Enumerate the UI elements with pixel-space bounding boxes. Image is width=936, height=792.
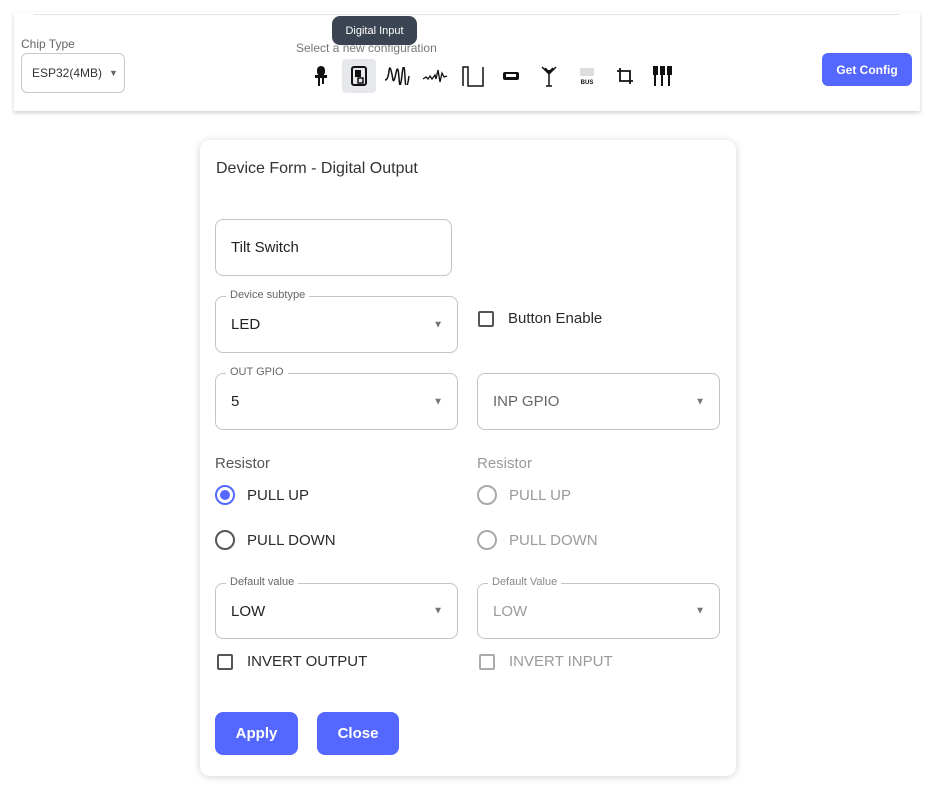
device-subtype-value: LED [231,316,261,333]
right-pull-up-radio[interactable]: PULL UP [477,485,571,505]
input-default-value-select[interactable]: Default Value LOW ▼ [477,576,720,639]
antenna-icon[interactable] [532,59,566,93]
right-resistor-label: Resistor [477,455,533,472]
chevron-down-icon: ▼ [433,319,443,330]
invert-output-label: INVERT OUTPUT [247,653,368,670]
analog-signal-icon[interactable] [380,59,414,93]
inp-gpio-select[interactable]: INP GPIO ▼ [477,373,720,430]
left-pull-down-label: PULL DOWN [247,531,336,549]
input-default-value-label: Default Value [488,576,562,588]
button-enable-label: Button Enable [508,310,603,327]
chevron-down-icon: ▼ [695,396,705,407]
device-subtype-select[interactable]: Device subtype LED ▼ [215,289,458,353]
get-config-button[interactable]: Get Config [822,53,912,86]
radio-checked-icon [215,485,235,505]
checkbox-icon [479,653,495,670]
device-name-input[interactable]: Tilt Switch [215,219,452,276]
led-icon[interactable] [304,59,338,93]
apply-button[interactable]: Apply [215,712,298,755]
tooltip: Digital Input [332,16,417,45]
bus-icon-text: BUS [581,80,594,86]
out-gpio-label: OUT GPIO [226,366,288,378]
default-value-select[interactable]: Default value LOW ▼ [215,576,458,639]
display-icon[interactable] [494,59,528,93]
chevron-down-icon: ▼ [433,396,443,407]
right-pull-up-label: PULL UP [509,486,571,504]
out-gpio-select[interactable]: OUT GPIO 5 ▼ [215,366,458,430]
inp-gpio-placeholder: INP GPIO [493,393,560,410]
device-type-toolbar: BUS [304,59,684,93]
left-resistor-label: Resistor [215,455,271,472]
pulse-icon[interactable] [456,59,490,93]
default-value-label: Default value [226,576,299,588]
invert-output-checkbox[interactable]: INVERT OUTPUT [217,653,367,670]
radio-icon [477,530,497,550]
chevron-down-icon: ▼ [695,605,705,617]
left-pull-up-label: PULL UP [247,486,309,504]
left-pull-up-radio[interactable]: PULL UP [215,485,309,505]
checkbox-icon [478,310,494,327]
crop-icon[interactable] [608,59,642,93]
right-pull-down-radio[interactable]: PULL DOWN [477,530,598,550]
digital-input-icon[interactable] [342,59,376,93]
out-gpio-value: 5 [231,393,240,410]
close-button[interactable]: Close [317,712,399,755]
button-enable-checkbox[interactable]: Button Enable [478,310,602,327]
form-title: Device Form - Digital Output [216,160,418,177]
top-divider [34,14,900,15]
top-toolbar: Chip Type ESP32(4MB) ▼ Select a new conf… [14,12,920,111]
device-subtype-label: Device subtype [226,289,310,301]
multi-pin-icon[interactable] [646,59,680,93]
radio-icon [215,530,235,550]
input-default-value-value: LOW [493,602,528,620]
chip-type-select[interactable]: ESP32(4MB) ▼ [21,53,125,93]
invert-input-label: INVERT INPUT [509,653,613,670]
pwm-signal-icon[interactable] [418,59,452,93]
left-pull-down-radio[interactable]: PULL DOWN [215,530,336,550]
chip-type-label: Chip Type [21,37,75,51]
bus-icon[interactable]: BUS [570,59,604,93]
right-pull-down-label: PULL DOWN [509,531,598,549]
invert-input-checkbox[interactable]: INVERT INPUT [479,653,613,670]
chip-type-value: ESP32(4MB) [32,66,103,80]
device-form-card: Device Form - Digital Output Tilt Switch… [200,140,736,776]
chevron-down-icon: ▼ [433,605,443,617]
device-name-value: Tilt Switch [231,239,299,256]
radio-icon [477,485,497,505]
chevron-down-icon: ▼ [109,68,118,78]
checkbox-icon [217,653,233,670]
default-value-value: LOW [231,602,266,620]
